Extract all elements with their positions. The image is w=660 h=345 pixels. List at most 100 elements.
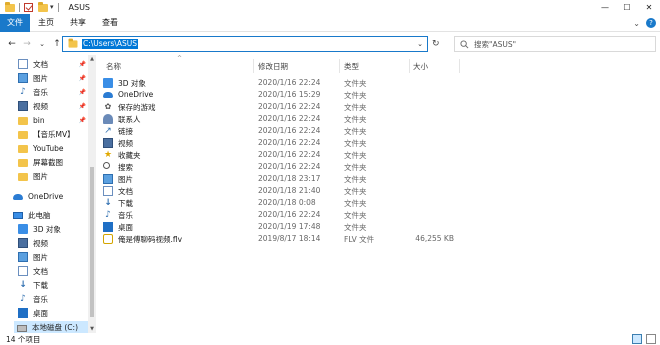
file-row[interactable]: ✿ 保存的游戏 2020/1/16 22:24 文件夹 bbox=[100, 101, 550, 113]
sidebar-scroll-thumb[interactable] bbox=[90, 167, 94, 317]
file-name: 文档 bbox=[118, 187, 133, 196]
search-input[interactable]: 搜索"ASUS" bbox=[474, 39, 516, 50]
sidebar-item-videos-pc[interactable]: 视频 bbox=[18, 237, 88, 249]
file-row[interactable]: ♪ 音乐 2020/1/16 22:24 文件夹 bbox=[100, 209, 550, 221]
file-row[interactable]: 桌面 2020/1/19 17:48 文件夹 bbox=[100, 221, 550, 233]
folder-icon bbox=[18, 116, 28, 125]
sidebar-item-onedrive[interactable]: OneDrive bbox=[13, 190, 88, 202]
column-header-name[interactable]: 名称 bbox=[106, 61, 121, 73]
sidebar-item-downloads[interactable]: ↓ 下载 bbox=[18, 279, 88, 291]
column-header-size[interactable]: 大小 bbox=[413, 61, 428, 73]
navigation-bar: ← → ⌄ ↑ C:\Users\ASUS ⌄ ↻ 搜索"ASUS" bbox=[0, 33, 660, 55]
column-header-date[interactable]: 修改日期 bbox=[258, 61, 288, 73]
window-title: ASUS bbox=[68, 2, 90, 12]
search-box[interactable]: 搜索"ASUS" bbox=[454, 36, 656, 52]
item-count: 14 个项目 bbox=[6, 335, 41, 344]
refresh-button[interactable]: ↻ bbox=[432, 39, 440, 49]
sidebar-item-music-pc[interactable]: ♪ 音乐 bbox=[18, 293, 88, 305]
column-header-type[interactable]: 类型 bbox=[344, 61, 359, 73]
folder-icon bbox=[18, 158, 28, 167]
sidebar-item-bin[interactable]: bin 📌 bbox=[18, 114, 88, 126]
3d-objects-icon bbox=[18, 224, 28, 234]
file-row[interactable]: OneDrive 2020/1/16 15:29 文件夹 bbox=[100, 89, 550, 101]
tab-view[interactable]: 查看 bbox=[94, 14, 126, 32]
file-row[interactable]: ↓ 下载 2020/1/18 0:08 文件夹 bbox=[100, 197, 550, 209]
minimize-button[interactable]: — bbox=[594, 0, 616, 14]
searches-icon bbox=[103, 162, 110, 169]
sidebar-item-music[interactable]: ♪ 音乐 📌 bbox=[18, 86, 88, 98]
sidebar-item-label: 3D 对象 bbox=[33, 224, 61, 234]
column-divider[interactable] bbox=[459, 59, 460, 73]
sidebar-item-desktop[interactable]: 桌面 bbox=[18, 307, 88, 319]
quick-access-dropdown[interactable]: ▾ bbox=[50, 3, 54, 11]
column-divider[interactable] bbox=[253, 59, 254, 73]
folder-icon bbox=[18, 130, 28, 139]
sidebar-item-pictures-pc[interactable]: 图片 bbox=[18, 251, 88, 263]
tab-share[interactable]: 共享 bbox=[62, 14, 94, 32]
close-button[interactable]: ✕ bbox=[638, 0, 660, 14]
file-row[interactable]: 3D 对象 2020/1/16 22:24 文件夹 bbox=[100, 77, 550, 89]
desktop-icon bbox=[18, 308, 28, 318]
tab-file[interactable]: 文件 bbox=[0, 13, 30, 32]
sidebar-item-label: 音乐 bbox=[33, 87, 48, 97]
music-icon: ♪ bbox=[105, 210, 111, 220]
large-icons-view-button[interactable] bbox=[646, 334, 656, 344]
file-row[interactable]: 视频 2020/1/16 22:24 文件夹 bbox=[100, 137, 550, 149]
help-icon[interactable]: ? bbox=[646, 18, 656, 28]
sidebar-item-documents-pc[interactable]: 文档 bbox=[18, 265, 88, 277]
scroll-up-arrow[interactable]: ▲ bbox=[88, 55, 96, 63]
file-name: 视频 bbox=[118, 139, 133, 148]
address-dropdown-button[interactable]: ⌄ bbox=[417, 40, 423, 48]
file-row[interactable]: ↗ 链接 2020/1/16 22:24 文件夹 bbox=[100, 125, 550, 137]
sidebar-item-screenshots[interactable]: 屏幕截图 bbox=[18, 156, 88, 168]
file-type: 文件夹 bbox=[344, 103, 367, 112]
forward-button[interactable]: → bbox=[21, 38, 33, 50]
sidebar-item-pictures-folder[interactable]: 图片 bbox=[18, 170, 88, 182]
file-row[interactable]: 联系人 2020/1/16 22:24 文件夹 bbox=[100, 113, 550, 125]
details-view-button[interactable] bbox=[632, 334, 642, 344]
file-row[interactable]: 搜索 2020/1/16 22:24 文件夹 bbox=[100, 161, 550, 173]
sidebar-item-documents[interactable]: 文档 📌 bbox=[18, 58, 88, 70]
maximize-button[interactable]: ☐ bbox=[616, 0, 638, 14]
sidebar-item-label: bin bbox=[33, 115, 45, 125]
file-type: 文件夹 bbox=[344, 127, 367, 136]
back-button[interactable]: ← bbox=[6, 38, 18, 50]
sidebar-item-videos[interactable]: 视频 📌 bbox=[18, 100, 88, 112]
file-type: 文件夹 bbox=[344, 79, 367, 88]
sidebar-item-3d-objects[interactable]: 3D 对象 bbox=[18, 223, 88, 235]
column-divider[interactable] bbox=[339, 59, 340, 73]
file-type: 文件夹 bbox=[344, 211, 367, 220]
drive-icon bbox=[17, 324, 27, 332]
sidebar-item-label: 【音乐MV】 bbox=[33, 129, 75, 139]
expand-ribbon-button[interactable]: ⌄ bbox=[633, 19, 640, 28]
sidebar-item-label: 图片 bbox=[33, 73, 48, 83]
file-row[interactable]: ★ 收藏夹 2020/1/16 22:24 文件夹 bbox=[100, 149, 550, 161]
file-row[interactable]: 俺是傅聊码视频.flv 2019/8/17 18:14 FLV 文件 46,25… bbox=[100, 233, 550, 245]
file-type: 文件夹 bbox=[344, 91, 367, 100]
sidebar-item-local-disk-c[interactable]: 本地磁盘 (C:) bbox=[14, 321, 88, 333]
ribbon: 文件 主页 共享 查看 ⌄ ? bbox=[0, 13, 660, 32]
video-icon bbox=[18, 238, 28, 248]
sidebar-item-pictures[interactable]: 图片 📌 bbox=[18, 72, 88, 84]
sidebar-item-music-mv[interactable]: 【音乐MV】 bbox=[18, 128, 88, 140]
address-text[interactable]: C:\Users\ASUS bbox=[82, 39, 138, 49]
address-bar[interactable]: C:\Users\ASUS ⌄ bbox=[62, 36, 428, 52]
scroll-down-arrow[interactable]: ▼ bbox=[88, 325, 96, 333]
title-bar: ▾ ASUS — ☐ ✕ bbox=[0, 0, 660, 14]
file-row[interactable]: 图片 2020/1/18 23:17 文件夹 bbox=[100, 173, 550, 185]
sidebar-item-youtube[interactable]: YouTube bbox=[18, 142, 88, 154]
file-type: 文件夹 bbox=[344, 115, 367, 124]
music-icon: ♪ bbox=[20, 294, 26, 304]
sidebar-item-label: 文档 bbox=[33, 59, 48, 69]
sidebar-item-label: 屏幕截图 bbox=[33, 157, 63, 167]
tab-home[interactable]: 主页 bbox=[30, 14, 62, 32]
folder-icon bbox=[18, 144, 28, 153]
sidebar-item-this-pc[interactable]: 此电脑 bbox=[13, 209, 88, 221]
3d-objects-icon bbox=[103, 78, 113, 88]
file-row[interactable]: 文档 2020/1/18 21:40 文件夹 bbox=[100, 185, 550, 197]
column-divider[interactable] bbox=[409, 59, 410, 73]
properties-icon[interactable] bbox=[24, 2, 33, 12]
new-folder-icon[interactable] bbox=[38, 2, 48, 12]
file-name: OneDrive bbox=[118, 90, 154, 99]
recent-locations-button[interactable]: ⌄ bbox=[36, 38, 48, 50]
